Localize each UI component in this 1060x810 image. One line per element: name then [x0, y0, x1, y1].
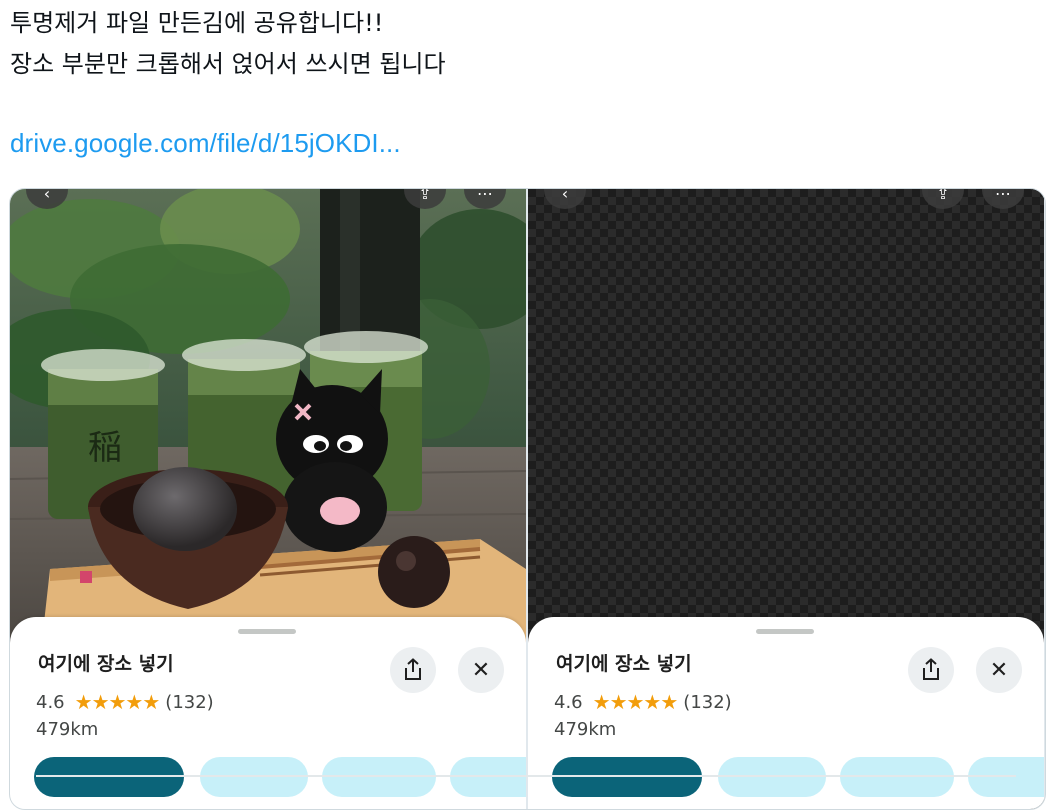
close-button[interactable]: ✕	[976, 647, 1022, 693]
drag-handle[interactable]	[238, 629, 296, 634]
action-chip[interactable]	[968, 757, 1044, 797]
media-image-left[interactable]: 稲 ‹ ⇪ ⋯ 여기에 장소 넣기 ✕ 4.6 ★★★★★ (132) 479k…	[10, 189, 526, 809]
primary-action-chip[interactable]	[552, 757, 702, 797]
media-card[interactable]: 稲 ‹ ⇪ ⋯ 여기에 장소 넣기 ✕ 4.6 ★★★★★ (132) 479k…	[9, 188, 1046, 810]
share-button[interactable]	[390, 647, 436, 693]
share-top-button[interactable]: ⇪	[922, 189, 964, 209]
star-rating: ★★★★★	[592, 690, 679, 714]
star-rating: ★★★★★	[74, 690, 161, 714]
review-count: (132)	[683, 691, 732, 713]
post-line-1: 투명제거 파일 만든김에 공유합니다!!	[10, 9, 384, 37]
place-sheet: 여기에 장소 넣기 ✕ 4.6 ★★★★★ (132) 479km	[528, 617, 1044, 809]
place-sheet: 여기에 장소 넣기 ✕ 4.6 ★★★★★ (132) 479km	[10, 617, 526, 809]
back-button[interactable]: ‹	[544, 189, 586, 209]
rating-value: 4.6	[36, 691, 65, 713]
close-icon: ✕	[471, 657, 491, 683]
back-icon: ‹	[561, 189, 569, 203]
media-image-right[interactable]: ‹ ⇪ ⋯ 여기에 장소 넣기 ✕ 4.6 ★★★★★ (132) 479km	[528, 189, 1044, 809]
back-icon: ‹	[43, 189, 51, 203]
action-chip[interactable]	[450, 757, 526, 797]
scroll-divider	[36, 775, 1016, 777]
share-icon: ⇪	[936, 189, 950, 203]
cafe-photo: 稲	[10, 189, 526, 659]
rating-row: 4.6 ★★★★★ (132)	[36, 690, 214, 714]
action-chip[interactable]	[322, 757, 436, 797]
more-icon: ⋯	[995, 189, 1011, 203]
rating-row: 4.6 ★★★★★ (132)	[554, 690, 732, 714]
post-line-2: 장소 부분만 크롭해서 얹어서 쓰시면 됩니다	[10, 50, 446, 78]
share-button[interactable]	[908, 647, 954, 693]
more-button[interactable]: ⋯	[982, 189, 1024, 209]
action-chip[interactable]	[200, 757, 308, 797]
primary-action-chip[interactable]	[34, 757, 184, 797]
place-title: 여기에 장소 넣기	[556, 653, 692, 675]
drive-link[interactable]: drive.google.com/file/d/15jOKDI...	[10, 123, 401, 163]
action-chip[interactable]	[840, 757, 954, 797]
close-button[interactable]: ✕	[458, 647, 504, 693]
share-icon	[405, 658, 421, 680]
distance: 479km	[36, 719, 99, 740]
action-chip[interactable]	[718, 757, 826, 797]
share-icon	[923, 658, 939, 680]
more-icon: ⋯	[477, 189, 493, 203]
distance: 479km	[554, 719, 617, 740]
place-title: 여기에 장소 넣기	[38, 653, 174, 675]
rating-value: 4.6	[554, 691, 583, 713]
svg-text:稲: 稲	[88, 428, 122, 468]
review-count: (132)	[165, 691, 214, 713]
close-icon: ✕	[989, 657, 1009, 683]
share-icon: ⇪	[418, 189, 432, 203]
drag-handle[interactable]	[756, 629, 814, 634]
post-text: 투명제거 파일 만든김에 공유합니다!! 장소 부분만 크롭해서 얹어서 쓰시면…	[10, 3, 1010, 85]
